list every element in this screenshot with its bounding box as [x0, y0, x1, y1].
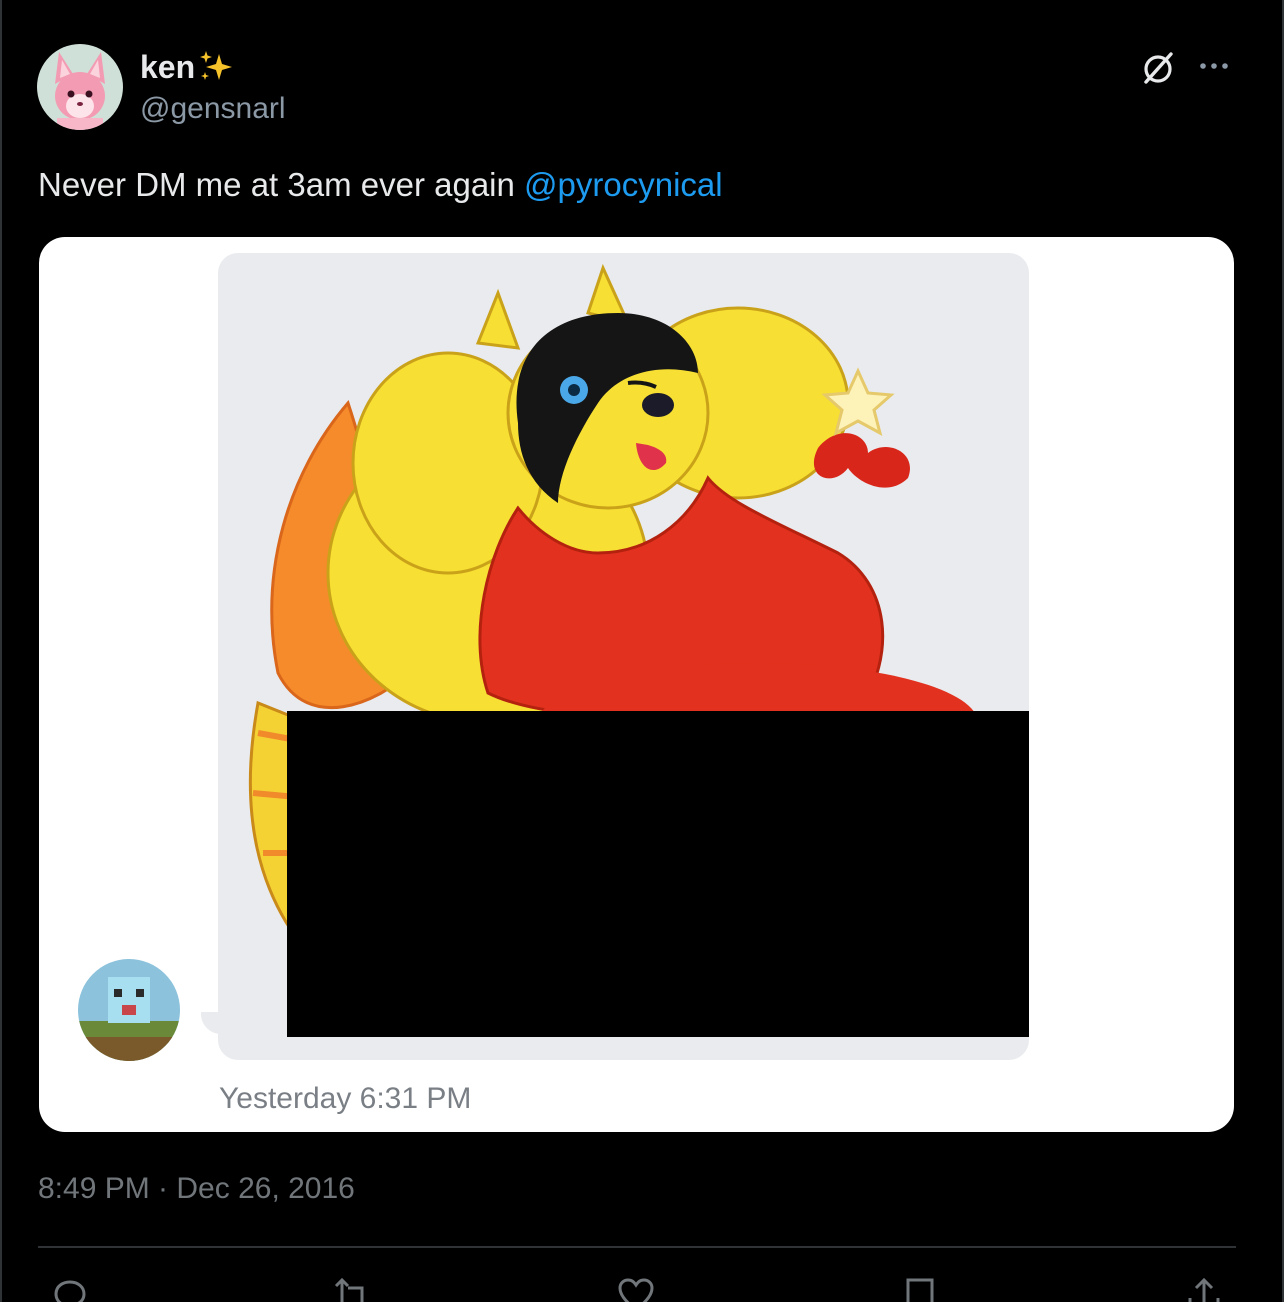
action-divider [38, 1246, 1236, 1248]
author-display-name[interactable]: ken [140, 48, 235, 86]
mention-link[interactable]: @pyrocynical [524, 166, 723, 203]
frame-border-left [0, 0, 2, 1302]
like-icon[interactable] [616, 1276, 656, 1302]
post-timestamp[interactable]: 8:49 PM · Dec 26, 2016 [38, 1172, 355, 1206]
dm-timestamp: Yesterday 6:31 PM [219, 1082, 472, 1115]
tweet-text: Never DM me at 3am ever again @pyrocynic… [38, 166, 723, 204]
more-icon[interactable] [1196, 54, 1232, 78]
retweet-icon[interactable] [332, 1276, 372, 1302]
reply-icon[interactable] [50, 1276, 90, 1302]
author-avatar[interactable] [37, 44, 123, 130]
tweet-text-body: Never DM me at 3am ever again [38, 166, 525, 203]
author-handle[interactable]: @gensnarl [140, 92, 286, 126]
pink-fox-avatar-image [37, 44, 123, 130]
sender-avatar [78, 959, 180, 1061]
grok-icon[interactable] [1140, 50, 1176, 86]
sparkles-icon [197, 48, 235, 86]
media-card[interactable]: Yesterday 6:31 PM [39, 237, 1234, 1132]
black-redaction-box [287, 711, 1029, 1037]
bookmark-icon[interactable] [900, 1276, 940, 1302]
share-icon[interactable] [1184, 1276, 1224, 1302]
display-name-text: ken [140, 48, 196, 85]
